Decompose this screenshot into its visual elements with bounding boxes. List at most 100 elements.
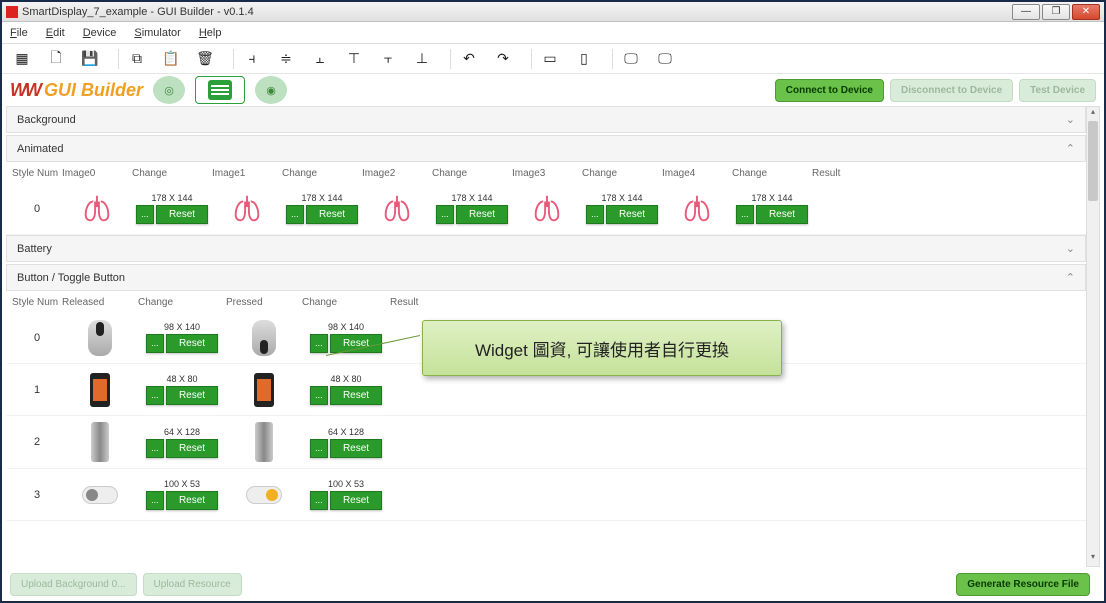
upload-background-button[interactable]: Upload Background 0... xyxy=(10,573,137,596)
toolbar-redo-icon[interactable]: ↷ xyxy=(491,47,515,71)
browse-button[interactable]: ... xyxy=(146,334,164,353)
test-device-button[interactable]: Test Device xyxy=(1019,79,1096,102)
view-mode-list-button[interactable] xyxy=(195,76,245,104)
col-image0: Image0 xyxy=(62,168,132,179)
browse-button[interactable]: ... xyxy=(146,386,164,405)
col-result: Result xyxy=(390,297,470,308)
reset-button[interactable]: Reset xyxy=(456,205,508,224)
toolbar-align-left-icon[interactable]: ⫞ xyxy=(240,47,264,71)
toolbar-copy-icon[interactable]: ⧉ xyxy=(125,47,149,71)
chevron-down-icon: ⌄ xyxy=(1066,113,1075,126)
toolbar-screen2-icon[interactable]: ▯ xyxy=(572,47,596,71)
thumb-lungs-3 xyxy=(512,192,582,226)
section-button-title: Button / Toggle Button xyxy=(17,272,125,284)
browse-button[interactable]: ... xyxy=(310,386,328,405)
animated-row-0: 0 178 X 144 ... Reset 178 X 144...Reset … xyxy=(6,183,1086,235)
browse-button[interactable]: ... xyxy=(136,205,154,224)
browse-button[interactable]: ... xyxy=(310,334,328,353)
browse-button[interactable]: ... xyxy=(436,205,454,224)
window-close-button[interactable]: ✕ xyxy=(1072,4,1100,20)
toolbar-align-center-v-icon[interactable]: ⫟ xyxy=(376,47,400,71)
menu-simulator[interactable]: Simulator xyxy=(134,27,180,39)
reset-button[interactable]: Reset xyxy=(756,205,808,224)
thumb-lungs-1 xyxy=(212,192,282,226)
menu-device[interactable]: Device xyxy=(83,27,117,39)
view-mode-target-button[interactable]: ◉ xyxy=(255,76,287,104)
reset-button[interactable]: Reset xyxy=(606,205,658,224)
reset-button[interactable]: Reset xyxy=(330,386,382,405)
col-pressed: Pressed xyxy=(226,297,302,308)
toolbar-align-top-icon[interactable]: ⊤ xyxy=(342,47,366,71)
toolbar-align-center-h-icon[interactable]: ≑ xyxy=(274,47,298,71)
phone-icon xyxy=(90,373,110,407)
toolbar-undo-icon[interactable]: ↶ xyxy=(457,47,481,71)
col-image3: Image3 xyxy=(512,168,582,179)
window-minimize-button[interactable]: — xyxy=(1012,4,1040,20)
toolbar-align-bottom-icon[interactable]: ⊥ xyxy=(410,47,434,71)
app-icon xyxy=(6,6,18,18)
toolbar-paste-icon[interactable]: 📋 xyxy=(159,47,183,71)
menu-edit[interactable]: Edit xyxy=(46,27,65,39)
window-titlebar: SmartDisplay_7_example - GUI Builder - v… xyxy=(2,2,1104,22)
toolbar-save-icon[interactable]: 💾 xyxy=(78,47,102,71)
section-battery-title: Battery xyxy=(17,243,52,255)
reset-button[interactable]: Reset xyxy=(166,334,218,353)
section-animated-header[interactable]: Animated ⌃ xyxy=(6,135,1086,162)
reset-button[interactable]: Reset xyxy=(330,491,382,510)
reset-button[interactable]: Reset xyxy=(166,439,218,458)
reset-button[interactable]: Reset xyxy=(156,205,208,224)
disconnect-device-button[interactable]: Disconnect to Device xyxy=(890,79,1013,102)
reset-button[interactable]: Reset xyxy=(306,205,358,224)
browse-button[interactable]: ... xyxy=(146,491,164,510)
toolbar-delete-icon[interactable]: 🗑 xyxy=(193,47,217,71)
col-stylenum: Style Num xyxy=(12,168,62,179)
button-row-3: 3 100 X 53...Reset 100 X 53...Reset xyxy=(6,469,1086,521)
phone-icon xyxy=(254,373,274,407)
section-background-header[interactable]: Background ⌄ xyxy=(6,106,1086,133)
window-maximize-button[interactable]: ❐ xyxy=(1042,4,1070,20)
section-animated-title: Animated xyxy=(17,143,63,155)
reset-button[interactable]: Reset xyxy=(166,491,218,510)
logo-mark: WW xyxy=(10,80,40,101)
col-result: Result xyxy=(812,168,872,179)
toolbar-align-right-icon[interactable]: ⫠ xyxy=(308,47,332,71)
window-title: SmartDisplay_7_example - GUI Builder - v… xyxy=(22,6,1010,18)
app-logo: WW GUI Builder xyxy=(10,80,143,101)
toolbar-open-icon[interactable]: 🗋 xyxy=(44,47,68,71)
scroll-down-icon[interactable]: ▾ xyxy=(1087,552,1099,566)
upload-resource-button[interactable]: Upload Resource xyxy=(143,573,242,596)
browse-button[interactable]: ... xyxy=(310,491,328,510)
annotation-callout: Widget 圖資, 可讓使用者自行更換 xyxy=(422,320,782,376)
browse-button[interactable]: ... xyxy=(310,439,328,458)
browse-button[interactable]: ... xyxy=(736,205,754,224)
generate-resource-file-button[interactable]: Generate Resource File xyxy=(956,573,1090,596)
reset-button[interactable]: Reset xyxy=(330,334,382,353)
scrollbar-thumb[interactable] xyxy=(1088,121,1098,201)
toolbar-display2-icon[interactable]: 🖵 xyxy=(653,47,677,71)
browse-button[interactable]: ... xyxy=(286,205,304,224)
browse-button[interactable]: ... xyxy=(586,205,604,224)
col-stylenum: Style Num xyxy=(12,297,62,308)
scroll-up-icon[interactable]: ▴ xyxy=(1087,107,1099,121)
lungs-icon xyxy=(78,192,116,226)
toolbar-display1-icon[interactable]: 🖵 xyxy=(619,47,643,71)
vertical-scrollbar[interactable]: ▴ ▾ xyxy=(1086,106,1100,567)
menu-bar: File Edit Device Simulator Help xyxy=(2,22,1104,44)
reset-button[interactable]: Reset xyxy=(166,386,218,405)
section-button-header[interactable]: Button / Toggle Button ⌃ xyxy=(6,264,1086,291)
col-released: Released xyxy=(62,297,138,308)
toolbar: ▦ 🗋 💾 ⧉ 📋 🗑 ⫞ ≑ ⫠ ⊤ ⫟ ⊥ ↶ ↷ ▭ ▯ 🖵 🖵 xyxy=(2,44,1104,74)
toolbar-screen1-icon[interactable]: ▭ xyxy=(538,47,562,71)
browse-button[interactable]: ... xyxy=(146,439,164,458)
toolbar-new-icon[interactable]: ▦ xyxy=(10,47,34,71)
col-change3: Change xyxy=(582,168,662,179)
view-mode-grid-button[interactable]: ◎ xyxy=(153,76,185,104)
connect-device-button[interactable]: Connect to Device xyxy=(775,79,884,102)
col-change4: Change xyxy=(732,168,812,179)
col-image1: Image1 xyxy=(212,168,282,179)
menu-file[interactable]: File xyxy=(10,27,28,39)
menu-help[interactable]: Help xyxy=(199,27,222,39)
section-battery-header[interactable]: Battery ⌄ xyxy=(6,235,1086,262)
reset-button[interactable]: Reset xyxy=(330,439,382,458)
col-change: Change xyxy=(138,297,226,308)
